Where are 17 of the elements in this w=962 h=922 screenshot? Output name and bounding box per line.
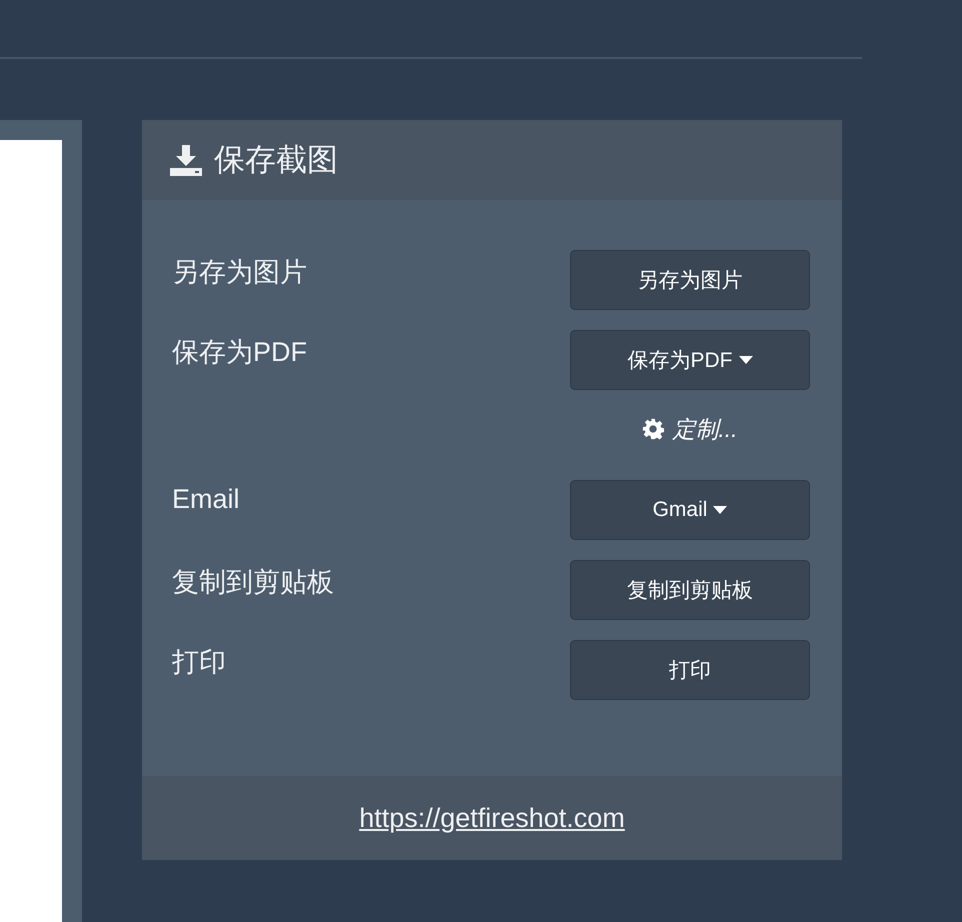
option-label: 另存为图片 [172, 256, 307, 289]
action-button[interactable]: 打印 [570, 640, 810, 700]
caret-icon [738, 356, 752, 364]
website-link[interactable]: https://getfireshot.com [359, 802, 625, 834]
caret-icon [713, 506, 728, 514]
action-button[interactable]: Gmail [570, 480, 810, 540]
option-label: 保存为PDF [172, 336, 307, 369]
action-button[interactable]: 保存为PDF [570, 330, 810, 390]
option-label: 复制到剪贴板 [172, 566, 334, 599]
action-button[interactable]: 复制到剪贴板 [570, 560, 810, 620]
download-icon [170, 144, 202, 176]
option-label: 打印 [172, 646, 226, 679]
action-button[interactable]: 另存为图片 [570, 250, 810, 310]
option-label: Email [172, 484, 240, 515]
customize-link[interactable]: 定制... [642, 414, 738, 444]
settings-icon [642, 418, 664, 440]
panel-title: 保存截图 [214, 141, 338, 179]
